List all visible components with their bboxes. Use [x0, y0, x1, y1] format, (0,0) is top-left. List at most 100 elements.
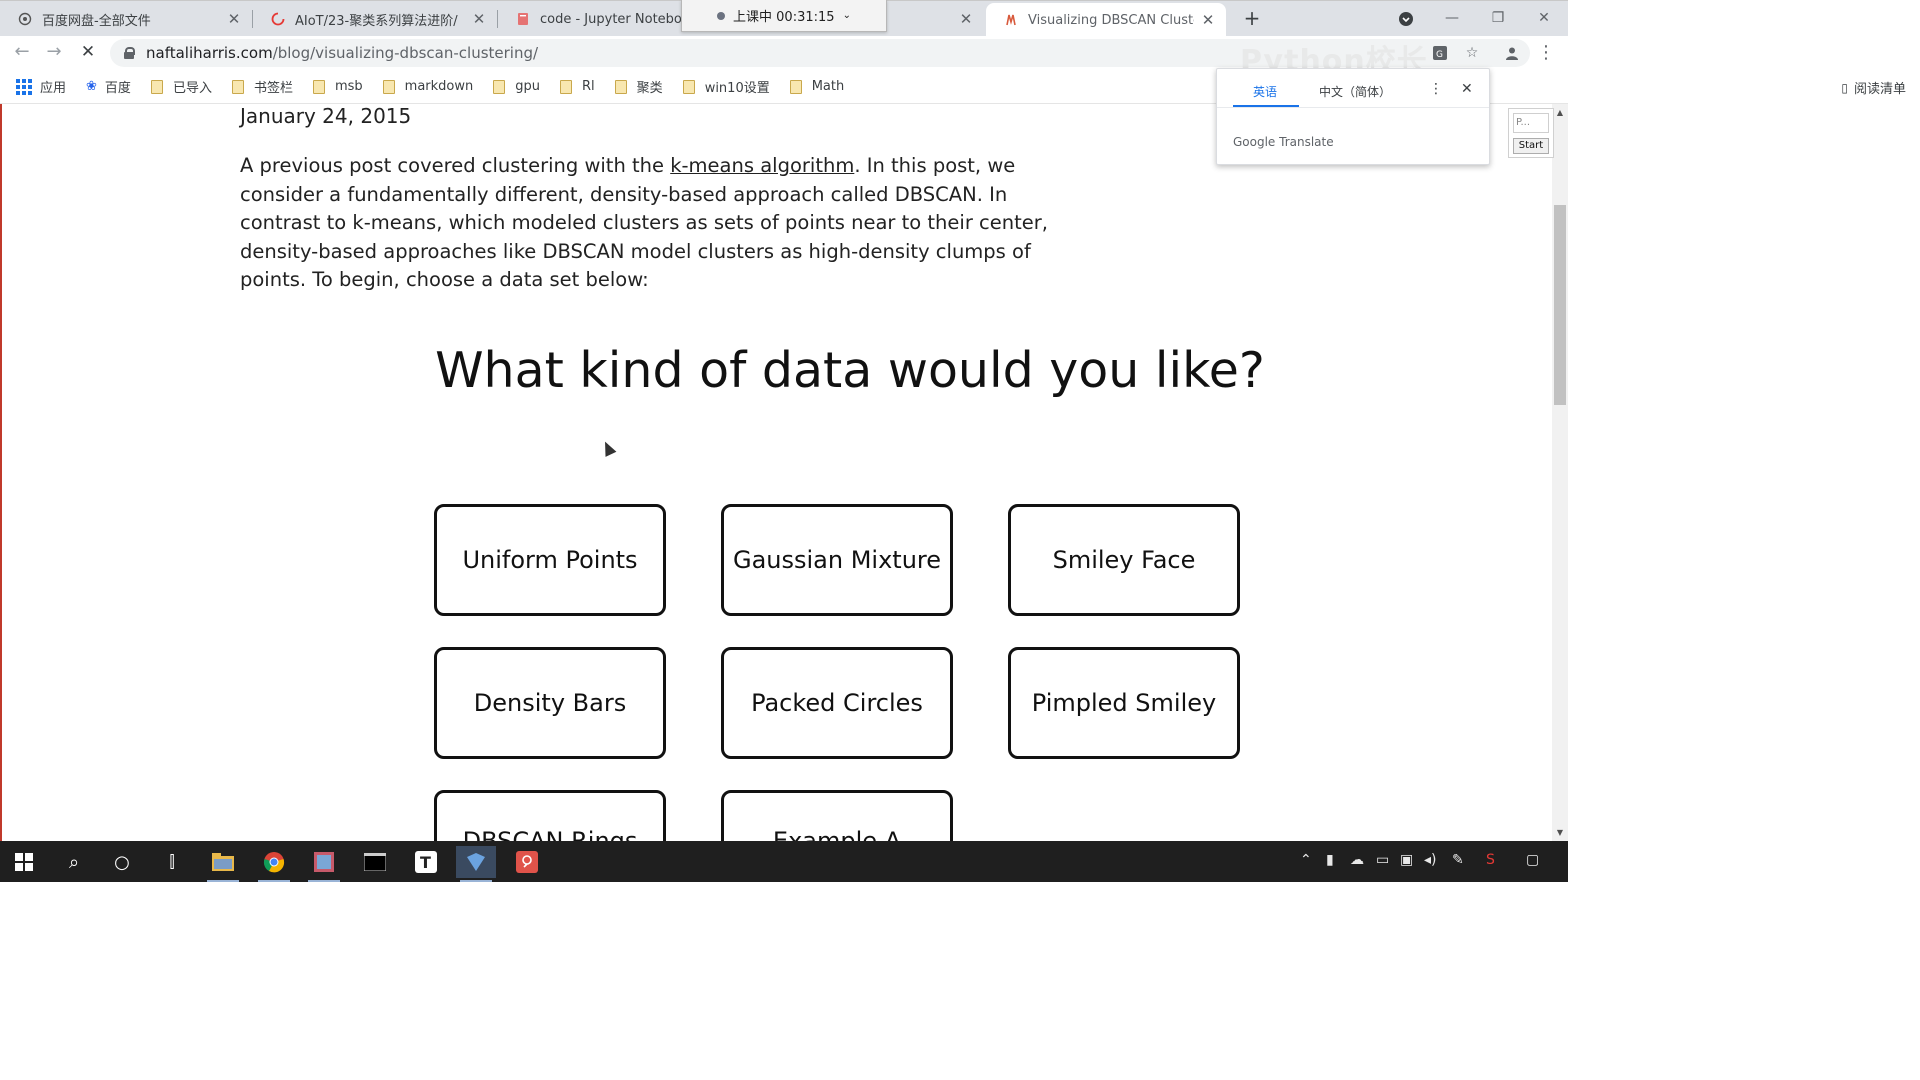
tab-title: AIoT/23-聚类系列算法进阶/	[295, 13, 458, 29]
stop-loading-icon[interactable]: ✕	[76, 41, 100, 65]
bookmark-folder[interactable]: gpu	[493, 79, 540, 94]
more-menu-icon[interactable]: ⋮	[1534, 41, 1558, 65]
intro-text: A previous post covered clustering with …	[240, 154, 671, 177]
tab-aiot[interactable]: AIoT/23-聚类系列算法进阶/ ✕	[253, 3, 497, 35]
source-language-tab[interactable]: 英语	[1253, 83, 1277, 100]
windows-start-icon[interactable]	[4, 846, 44, 878]
tab-baidu-pan[interactable]: 百度网盘-全部文件 ✕	[0, 3, 252, 35]
bookmark-label: 聚类	[636, 81, 663, 96]
profile-icon[interactable]	[1500, 41, 1524, 65]
file-explorer-icon[interactable]	[203, 846, 243, 882]
volume-icon[interactable]: ◂)	[1424, 852, 1437, 868]
cloud-icon	[18, 12, 32, 26]
more-options-icon[interactable]: ⋮	[1429, 81, 1443, 97]
svg-text:G: G	[1436, 50, 1443, 60]
terminal-icon[interactable]	[355, 846, 395, 878]
start-button[interactable]: Start	[1513, 138, 1549, 154]
search-icon[interactable]: ⌕	[54, 846, 94, 878]
recording-label: 上课中 00:31:15	[733, 10, 835, 25]
reading-list-icon: ▯	[1841, 80, 1848, 95]
scroll-down-icon[interactable]: ▼	[1552, 826, 1568, 840]
reading-list[interactable]: ▯ 阅读清单	[1841, 78, 1906, 98]
close-icon[interactable]: ✕	[958, 11, 974, 27]
bookmark-folder[interactable]: 书签栏	[231, 77, 293, 96]
dataset-button[interactable]: Pimpled Smiley	[1008, 647, 1240, 759]
folder-icon	[682, 79, 695, 94]
dataset-button[interactable]: Density Bars	[434, 647, 666, 759]
bookmark-folder[interactable]: Math	[789, 79, 845, 94]
dataset-button[interactable]: Packed Circles	[721, 647, 953, 759]
pen-icon[interactable]: ✎	[1452, 852, 1464, 868]
translate-icon[interactable]: G	[1428, 41, 1452, 65]
new-tab-button[interactable]: +	[1240, 7, 1264, 31]
url-path: /blog/visualizing-dbscan-clustering/	[272, 44, 539, 62]
site-favicon-icon	[1004, 13, 1018, 27]
network-icon[interactable]: ▣	[1400, 852, 1413, 868]
folder-icon	[614, 79, 627, 94]
bookmark-baidu[interactable]: ❀ 百度	[86, 77, 131, 96]
onedrive-icon[interactable]: ☁	[1350, 852, 1364, 868]
bookmark-folder[interactable]: 聚类	[614, 77, 663, 96]
star-icon[interactable]: ☆	[1460, 41, 1484, 65]
notebook-icon	[516, 12, 530, 26]
close-icon[interactable]: ✕	[226, 11, 242, 27]
restore-icon[interactable]: ❐	[1486, 7, 1510, 31]
bookmark-label: 书签栏	[253, 81, 293, 96]
bookmark-folder[interactable]: markdown	[382, 79, 473, 94]
chat-app-icon[interactable]	[507, 846, 547, 878]
scroll-thumb[interactable]	[1554, 205, 1566, 405]
bookmark-folder[interactable]: Rl	[560, 79, 595, 94]
chrome-icon[interactable]	[254, 846, 294, 882]
chevron-up-icon[interactable]: ⌃	[1300, 852, 1312, 868]
windows-taskbar: ⌕ ○ ⫿ T ⌃ ▮ ☁ ▭ ▣ ◂) ✎ S ▢	[0, 841, 1568, 882]
k-means-link[interactable]: k-means algorithm	[670, 154, 854, 177]
sogou-ime-icon[interactable]: S	[1486, 852, 1495, 868]
bookmark-label: win10设置	[704, 81, 770, 96]
dataset-button[interactable]: Uniform Points	[434, 504, 666, 616]
mouse-cursor-icon	[599, 439, 617, 457]
notifications-icon[interactable]: ▢	[1526, 852, 1539, 868]
pycharm-icon[interactable]	[456, 846, 496, 882]
bookmark-folder[interactable]: win10设置	[682, 77, 770, 96]
typora-icon[interactable]: T	[406, 846, 446, 878]
bookmark-label: 应用	[40, 81, 67, 96]
minimize-icon[interactable]: —	[1440, 7, 1464, 31]
reading-list-label: 阅读清单	[1853, 82, 1906, 97]
bookmark-label: 百度	[104, 81, 131, 96]
bluetooth-device-icon[interactable]: ▮	[1326, 852, 1334, 868]
bookmark-folder[interactable]: msb	[312, 79, 363, 94]
image-viewer-icon[interactable]	[304, 846, 344, 882]
dataset-button[interactable]: Smiley Face	[1008, 504, 1240, 616]
back-icon[interactable]: ←	[10, 41, 34, 65]
tab-dbscan[interactable]: Visualizing DBSCAN Clustering ✕	[986, 3, 1226, 37]
svg-text:T: T	[420, 853, 431, 872]
close-icon[interactable]: ✕	[1461, 81, 1473, 97]
task-view-icon[interactable]: ⫿	[152, 846, 192, 878]
recording-dot-icon	[717, 11, 726, 20]
dataset-button[interactable]: Example A	[721, 790, 953, 841]
tab-search-icon[interactable]	[1394, 7, 1418, 31]
translate-brand: Google Translate	[1233, 135, 1334, 149]
translate-popup: 英语 中文（简体） ⋮ ✕ Google Translate	[1216, 68, 1490, 165]
bookmark-label: Math	[811, 79, 845, 94]
bookmark-folder[interactable]: 已导入	[150, 77, 212, 96]
close-icon[interactable]: ✕	[1200, 12, 1216, 28]
bookmark-apps[interactable]: 应用	[16, 77, 66, 96]
dataset-button[interactable]: Gaussian Mixture	[721, 504, 953, 616]
folder-sync-icon[interactable]: ▭	[1376, 852, 1389, 868]
target-language-tab[interactable]: 中文（简体）	[1319, 83, 1391, 100]
bookmark-label: msb	[334, 79, 363, 94]
paw-icon: ❀	[86, 79, 97, 94]
forward-icon[interactable]: →	[42, 41, 66, 65]
url-host: naftaliharris.com	[146, 44, 273, 62]
cortana-icon[interactable]: ○	[102, 846, 142, 878]
close-window-icon[interactable]: ✕	[1532, 7, 1556, 31]
dataset-button[interactable]: DBSCAN Rings	[434, 790, 666, 841]
bookmark-label: 已导入	[172, 81, 212, 96]
url-text: naftaliharris.com/blog/visualizing-dbsca…	[146, 44, 538, 62]
mini-input[interactable]: P...	[1513, 113, 1549, 133]
scroll-up-icon[interactable]: ▲	[1552, 106, 1568, 120]
class-recording-indicator[interactable]: 上课中 00:31:15 ⌄	[681, 0, 887, 32]
close-icon[interactable]: ✕	[471, 11, 487, 27]
post-intro: A previous post covered clustering with …	[240, 152, 1060, 295]
